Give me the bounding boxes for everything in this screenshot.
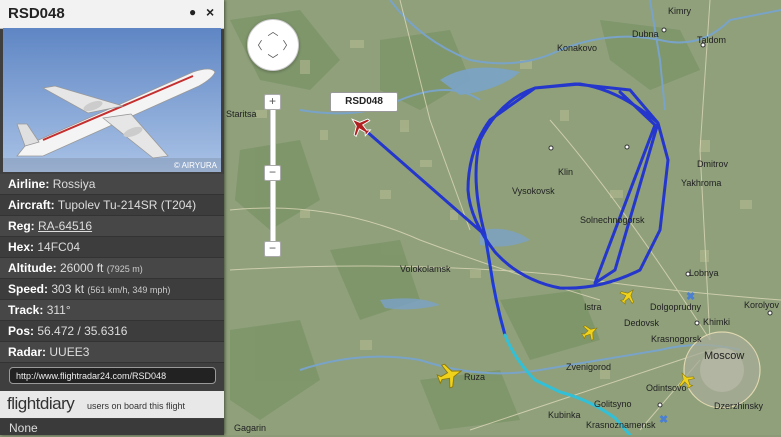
track-label: Track: [8,303,44,317]
row-radar: Radar: UUEE3 [0,342,224,363]
row-airline: Airline: Rossiya [0,174,224,195]
label-istra: Istra [584,302,602,312]
panel-callsign: RSD048 [8,5,65,22]
label-dzerzhinsky: Dzerzhinsky [714,401,764,411]
reg-link[interactable]: RA-64516 [38,219,92,233]
label-korolyov: Korolyov [744,300,780,310]
hex-label: Hex: [8,240,35,254]
pan-control[interactable]: ︿ 〈 〉 ﹀ [247,19,299,71]
label-zvenigorod: Zvenigorod [566,362,612,372]
pin-icon[interactable]: ● [189,5,196,19]
speed-value: 303 kt [51,282,88,296]
label-yakhroma: Yakhroma [681,178,722,188]
label-dedovsk: Dedovsk [624,318,660,328]
photo-credit: © AIRYURA [173,161,217,170]
label-kimry: Kimry [668,6,691,16]
airline-value: Rossiya [52,177,96,191]
row-altitude: Altitude: 26000 ft (7925 m) [0,258,224,279]
label-klin: Klin [558,167,574,177]
label-solnechnogorsk: Solnechnogorsk [580,215,645,225]
label-krasnogorsk: Krasnogorsk [651,334,702,344]
panel-header: RSD048 ● × [0,0,224,29]
aircraft-photo[interactable]: © AIRYURA [3,28,221,172]
label-vysokovsk: Vysokovsk [512,186,555,196]
label-dubna: Dubna [632,29,659,39]
label-lobnya: Lobnya [689,268,719,278]
label-ruza: Ruza [464,372,486,382]
track-value: 311° [46,303,71,317]
label-odintsovo: Odintsovo [646,383,687,393]
label-taldom: Taldom [697,35,727,45]
label-krasnoznamensk: Krasnoznamensk [586,420,656,430]
label-staritsa: Staritsa [226,109,257,119]
row-speed: Speed: 303 kt (561 km/h, 349 mph) [0,279,224,300]
aircraft-value: Tupolev Tu-214SR (T204) [57,198,197,212]
row-hex: Hex: 14FC04 [0,237,224,258]
aircraft-label: Aircraft: [8,198,55,212]
hex-value: 14FC04 [37,240,81,254]
zoom-in-button[interactable]: + [264,94,281,110]
row-track: Track: 311° [0,300,224,321]
flight-url-field[interactable]: http://www.flightradar24.com/RSD048 [9,367,216,384]
flight-info-panel: RSD048 ● × © AIRYURA Airline: Rossiya Ai… [0,0,224,435]
airline-label: Airline: [8,177,50,191]
pos-value: 56.472 / 35.6316 [37,324,128,338]
label-kubinka: Kubinka [548,410,581,420]
pan-right-icon[interactable]: 〉 [282,37,294,53]
speed-label: Speed: [8,282,49,296]
label-dolgoprudny: Dolgoprudny [650,302,702,312]
label-gagarin: Gagarin [234,423,267,433]
pan-left-icon[interactable]: 〈 [251,37,263,53]
flightdiary-text: users on board this flight [87,401,186,411]
speed-conversions: (561 km/h, 349 mph) [87,285,171,295]
label-volokolamsk: Volokolamsk [400,264,451,274]
pan-down-icon[interactable]: ﹀ [267,51,279,67]
radar-label: Radar: [8,345,47,359]
altitude-value: 26000 ft [60,261,107,275]
label-konakovo: Konakovo [557,43,598,53]
altitude-metric: (7925 m) [106,264,143,274]
row-aircraft: Aircraft: Tupolev Tu-214SR (T204) [0,195,224,216]
passengers-value: None [0,419,224,435]
label-moscow: Moscow [704,350,745,362]
label-khimki: Khimki [703,317,731,327]
radar-value: UUEE3 [49,345,90,359]
reg-label: Reg: [8,219,35,233]
row-reg: Reg: RA-64516 [0,216,224,237]
pan-up-icon[interactable]: ︿ [267,23,279,39]
pos-label: Pos: [8,324,35,338]
label-dmitrov: Dmitrov [697,159,728,169]
label-golitsyno: Golitsyno [594,399,632,409]
altitude-label: Altitude: [8,261,57,275]
svg-text:✖: ✖ [659,414,668,426]
aircraft-callsign-tag[interactable]: RSD048 [330,92,398,112]
zoom-slider-handle[interactable]: − [264,165,281,181]
flightdiary-bar[interactable]: flightdiary users on board this flight [0,391,224,418]
close-icon[interactable]: × [206,4,214,20]
row-pos: Pos: 56.472 / 35.6316 [0,321,224,342]
zoom-out-button[interactable]: − [264,241,281,257]
flightdiary-logo[interactable]: flightdiary [7,394,75,414]
